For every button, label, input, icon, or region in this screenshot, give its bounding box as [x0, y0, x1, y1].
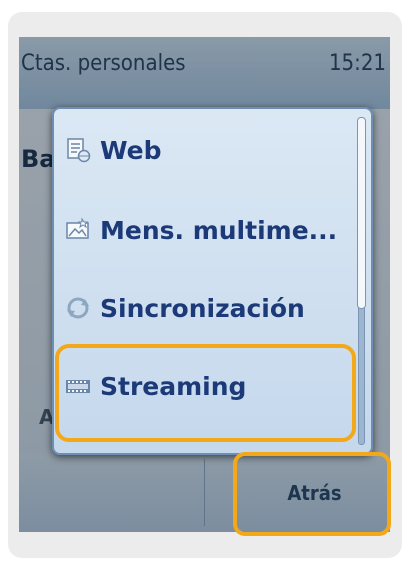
mms-icon [64, 216, 92, 244]
phone-screen: Ctas. personales 15:21 Ba A Web Mens. mu… [19, 37, 390, 532]
scrollbar-thumb[interactable] [357, 117, 366, 309]
options-menu: Web Mens. multime... Sincronización Stre… [52, 107, 373, 455]
menu-item-label: Sincronización [100, 293, 305, 323]
menu-item-label: Web [100, 135, 162, 165]
menu-item-mms[interactable]: Mens. multime... [64, 199, 354, 261]
menu-item-streaming[interactable]: Streaming [64, 355, 354, 417]
menu-item-label: Mens. multime... [100, 215, 338, 245]
back-softkey-label: Atrás [287, 480, 342, 505]
menu-item-web[interactable]: Web [64, 119, 354, 181]
menu-item-label: Streaming [100, 371, 247, 401]
back-softkey[interactable]: Atrás [239, 453, 390, 532]
sync-icon [64, 294, 92, 322]
web-page-icon [64, 136, 92, 164]
menu-item-sync[interactable]: Sincronización [64, 277, 354, 339]
streaming-film-icon [64, 372, 92, 400]
